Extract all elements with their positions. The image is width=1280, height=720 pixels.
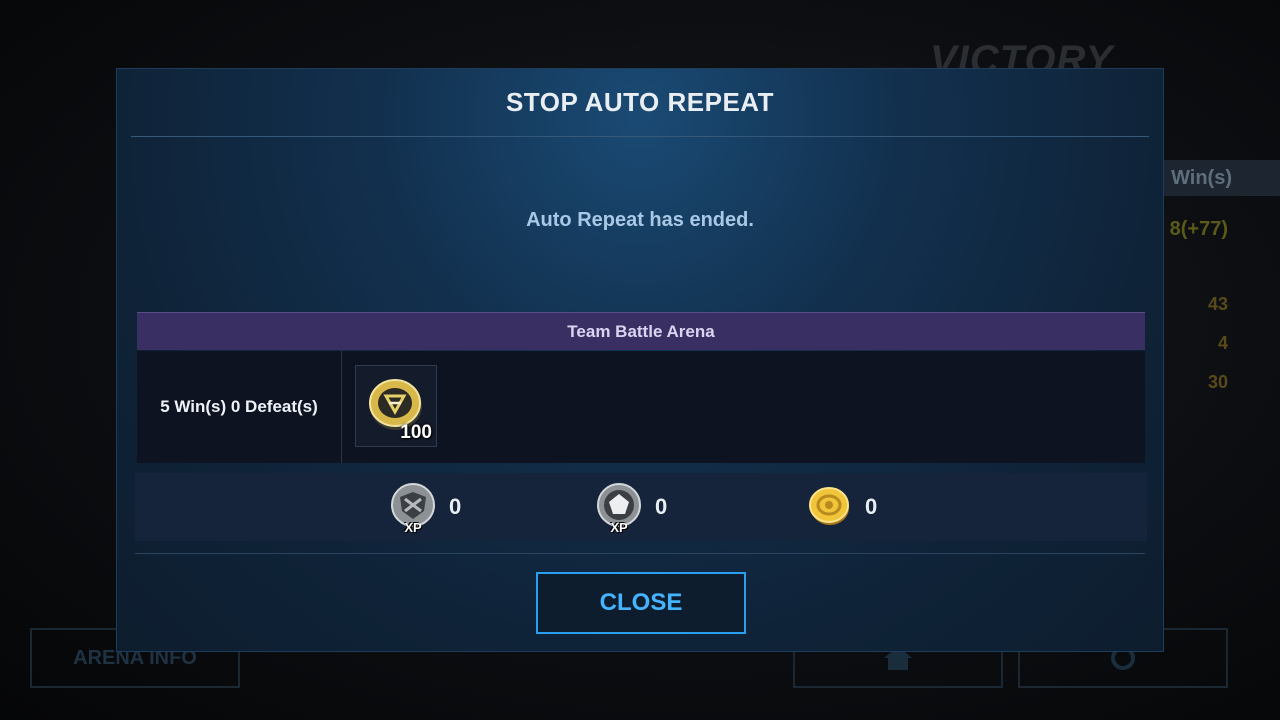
shield-xp-icon: XP — [391, 483, 435, 535]
bg-stat: 30 — [1207, 372, 1228, 392]
results-row: 5 Win(s) 0 Defeat(s) 100 — [137, 351, 1145, 463]
reward-item[interactable]: 100 — [355, 365, 437, 447]
record-text: 5 Win(s) 0 Defeat(s) — [160, 397, 318, 416]
bg-stat: 43 — [1207, 294, 1228, 314]
account-xp-stat: XP 0 — [391, 473, 461, 541]
close-label: CLOSE — [599, 589, 683, 616]
bg-stat: 4 — [1217, 333, 1228, 353]
gold-coin-icon — [807, 483, 851, 531]
stat-value: 0 — [655, 494, 668, 519]
stop-auto-repeat-dialog: STOP AUTO REPEAT Auto Repeat has ended. … — [116, 68, 1164, 652]
reward-count: 100 — [400, 422, 432, 443]
stat-value: 0 — [865, 494, 878, 519]
pentagon-xp-icon: XP — [597, 483, 641, 535]
stat-value: 0 — [449, 494, 462, 519]
xp-tag: XP — [404, 520, 422, 535]
character-xp-stat: XP 0 — [597, 473, 667, 541]
close-button[interactable]: CLOSE — [536, 572, 746, 634]
gold-stat: 0 — [807, 473, 877, 541]
bg-wins-label: Win(s) — [1160, 160, 1280, 196]
xp-tag: XP — [610, 520, 628, 535]
title-divider — [131, 136, 1149, 137]
section-title: Team Battle Arena — [567, 321, 715, 341]
section-header: Team Battle Arena — [137, 312, 1145, 350]
xp-rewards-row: XP 0 XP 0 0 — [135, 473, 1147, 541]
dialog-message: Auto Repeat has ended. — [526, 209, 754, 231]
bg-points: 8(+77) — [1169, 218, 1228, 240]
footer-divider — [135, 553, 1145, 554]
win-defeat-record: 5 Win(s) 0 Defeat(s) — [137, 351, 342, 463]
dialog-title: STOP AUTO REPEAT — [505, 87, 775, 117]
